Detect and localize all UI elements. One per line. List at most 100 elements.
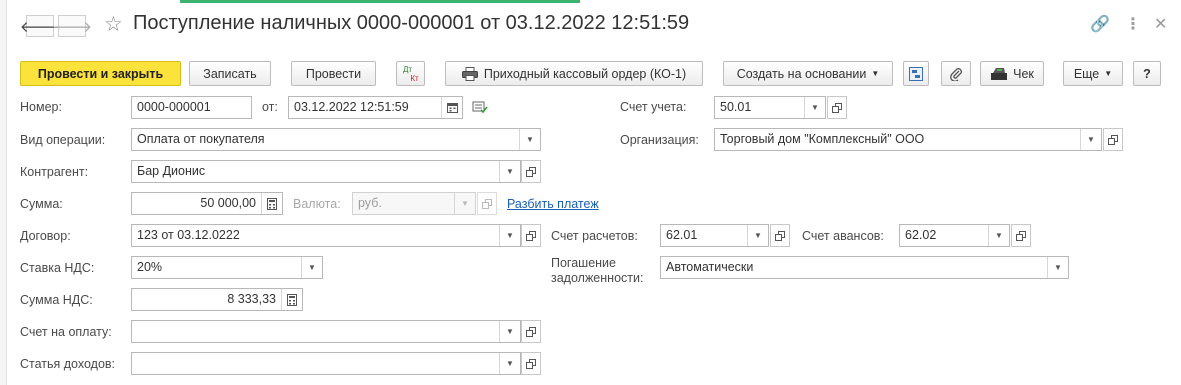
forward-arrow-icon: 🡒 [51,18,93,36]
operation-type-label: Вид операции: [20,133,106,147]
advance-account-value: 62.02 [905,228,937,242]
open-icon [526,358,536,369]
chevron-down-icon[interactable]: ▼ [988,225,1009,246]
save-button[interactable]: Записать [189,61,271,86]
vat-sum-value: 8 333,33 [227,292,276,306]
calculator-icon[interactable] [261,193,282,214]
account-label: Счет учета: [620,100,687,114]
cash-register-icon [991,67,1008,80]
counterparty-label: Контрагент: [20,165,89,179]
print-cash-order-button[interactable]: Приходный кассовый ордер (КО-1) [445,61,703,86]
calendar-icon[interactable] [441,97,462,118]
create-based-on-button[interactable]: Создать на основании ▼ [723,61,893,86]
currency-open-button [477,192,497,215]
invoice-field[interactable]: ▼ [131,320,521,343]
post-and-close-button[interactable]: Провести и закрыть [20,61,181,86]
debt-repayment-label: Погашение задолженности: [551,256,644,285]
more-menu-icon[interactable]: ⋮ [1125,14,1141,34]
split-payment-link[interactable]: Разбить платеж [507,197,599,211]
income-item-field[interactable]: ▼ [131,352,521,375]
more-label: Еще [1073,66,1100,81]
contract-field[interactable]: 123 от 03.12.0222 ▼ [131,224,521,247]
chevron-down-icon: ▼ [1104,69,1113,78]
create-based-on-label: Создать на основании [736,66,867,81]
help-button[interactable]: ? [1133,61,1161,86]
organization-field[interactable]: Торговый дом "Комплексный" ООО ▼ [714,128,1102,151]
number-field[interactable]: 0000-000001 [131,96,252,119]
account-field[interactable]: 50.01 ▼ [714,96,826,119]
date-value: 03.12.2022 12:51:59 [294,100,409,114]
calculator-icon[interactable] [281,289,302,310]
back-button[interactable]: 🡐 [20,15,60,37]
operation-type-value: Оплата от покупателя [137,132,265,146]
forward-button[interactable]: 🡒 [52,15,92,37]
advance-account-open-button[interactable] [1011,224,1031,247]
chevron-down-icon[interactable]: ▼ [499,321,520,342]
sum-field[interactable]: 50 000,00 [131,192,283,215]
chevron-down-icon: ▼ [871,69,880,78]
settlement-account-field[interactable]: 62.01 ▼ [660,224,769,247]
contract-value: 123 от 03.12.0222 [137,228,240,242]
invoice-label: Счет на оплату: [20,325,112,339]
chevron-down-icon[interactable]: ▼ [804,97,825,118]
organization-open-button[interactable] [1103,128,1123,151]
more-button[interactable]: Еще ▼ [1063,61,1123,86]
structure-icon [909,66,923,81]
active-tab-indicator [180,0,580,3]
chevron-down-icon: ▼ [454,193,475,214]
structure-button[interactable] [903,61,929,86]
vat-rate-label: Ставка НДС: [20,261,95,275]
chevron-down-icon[interactable]: ▼ [747,225,768,246]
dt-kt-button[interactable]: Дт Кт [396,61,425,86]
debt-repayment-select[interactable]: Автоматически ▼ [660,256,1069,279]
receipt-label: Чек [1013,66,1034,81]
counterparty-field[interactable]: Бар Дионис ▼ [131,160,521,183]
chevron-down-icon[interactable]: ▼ [499,225,520,246]
open-icon [526,166,536,177]
invoice-open-button[interactable] [521,320,541,343]
account-open-button[interactable] [827,96,847,119]
counterparty-open-button[interactable] [521,160,541,183]
settlement-account-label: Счет расчетов: [551,229,638,243]
organization-value: Торговый дом "Комплексный" ООО [720,132,925,146]
currency-field: руб. ▼ [352,192,476,215]
chevron-down-icon[interactable]: ▼ [519,129,540,150]
favorite-star-icon[interactable]: ☆ [104,12,123,37]
chevron-down-icon[interactable]: ▼ [301,257,322,278]
page-title: Поступление наличных 0000-000001 от 03.1… [133,12,690,34]
income-item-label: Статья доходов: [20,357,116,371]
document-status-icon [472,100,488,117]
contract-open-button[interactable] [521,224,541,247]
income-item-open-button[interactable] [521,352,541,375]
advance-account-label: Счет авансов: [802,229,884,243]
open-icon [526,230,536,241]
account-value: 50.01 [720,100,752,114]
settlement-account-value: 62.01 [666,228,698,242]
open-icon [1016,230,1026,241]
advance-account-field[interactable]: 62.02 ▼ [899,224,1010,247]
sum-label: Сумма: [20,197,63,211]
settlement-account-open-button[interactable] [770,224,790,247]
currency-label: Валюта: [293,197,341,211]
close-icon[interactable]: ✕ [1154,14,1167,34]
vat-sum-field[interactable]: 8 333,33 [131,288,303,311]
open-icon [526,326,536,337]
open-icon [1108,134,1118,145]
chevron-down-icon[interactable]: ▼ [499,353,520,374]
chevron-down-icon[interactable]: ▼ [1047,257,1068,278]
contract-label: Договор: [20,229,71,243]
currency-value: руб. [358,196,382,210]
operation-type-select[interactable]: Оплата от покупателя ▼ [131,128,541,151]
receipt-button[interactable]: Чек [980,61,1044,86]
date-from-label: от: [262,100,278,114]
chevron-down-icon[interactable]: ▼ [499,161,520,182]
attach-file-button[interactable] [941,61,971,86]
link-icon[interactable]: 🔗 [1090,14,1110,34]
chevron-down-icon[interactable]: ▼ [1080,129,1101,150]
vat-rate-select[interactable]: 20% ▼ [131,256,323,279]
open-icon [832,102,842,113]
print-cash-order-label: Приходный кассовый ордер (КО-1) [483,66,687,81]
counterparty-value: Бар Дионис [137,164,206,178]
post-button[interactable]: Провести [291,61,376,86]
date-field[interactable]: 03.12.2022 12:51:59 [288,96,463,119]
